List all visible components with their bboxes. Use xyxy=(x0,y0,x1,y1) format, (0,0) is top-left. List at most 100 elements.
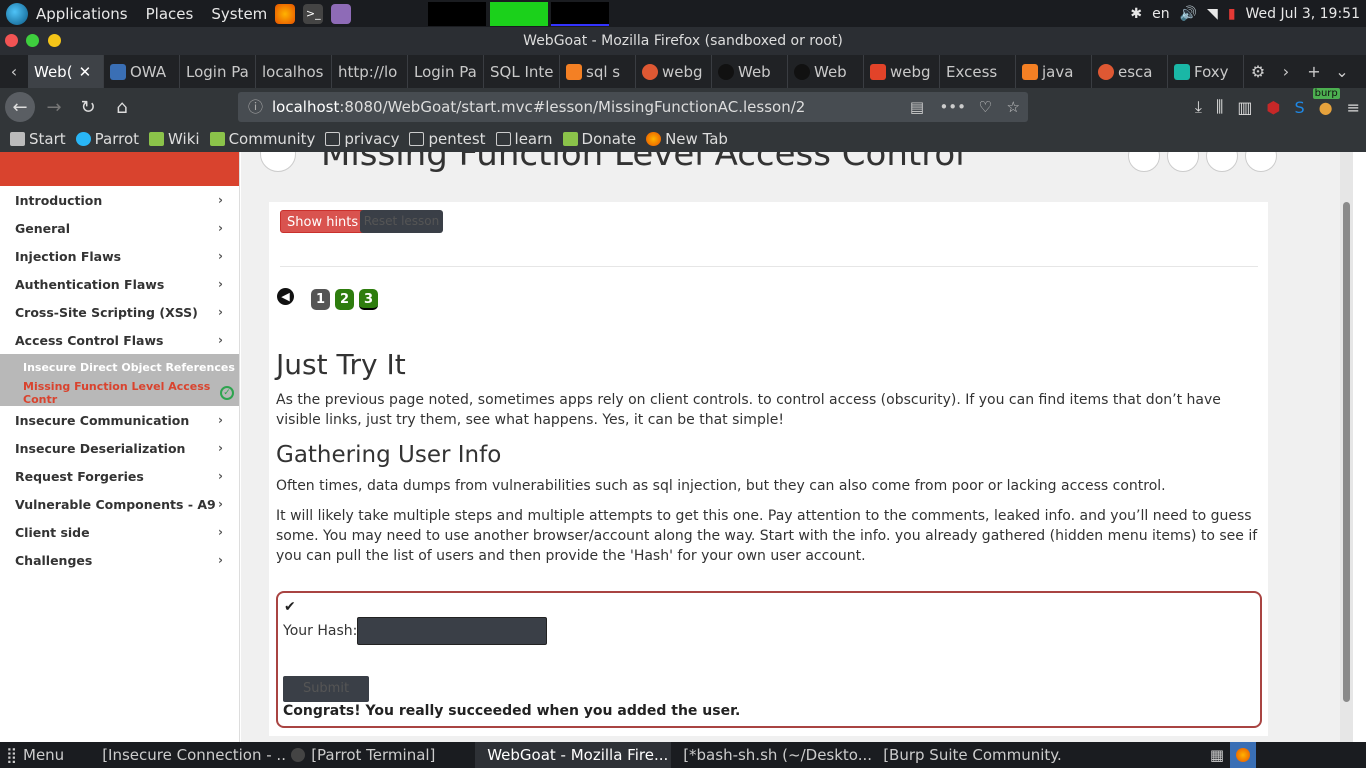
tab-web-github-1[interactable]: Web xyxy=(712,55,788,88)
sidebar-item-injection-flaws[interactable]: Injection Flaws › xyxy=(0,242,239,270)
firefox-tray-icon[interactable] xyxy=(1230,742,1256,768)
header-action-button-3[interactable] xyxy=(1206,152,1238,172)
scroll-tabs-right-icon[interactable]: › xyxy=(1272,55,1300,88)
places-menu[interactable]: Places xyxy=(146,5,194,23)
tab-webgoat-ddg[interactable]: webg xyxy=(636,55,712,88)
menu-toggle-button[interactable] xyxy=(260,152,296,172)
bookmark-learn[interactable]: learn xyxy=(495,130,553,148)
wifi-icon[interactable]: ◥ xyxy=(1207,6,1218,22)
list-tabs-icon[interactable]: ⌄ xyxy=(1328,55,1356,88)
tab-owasp[interactable]: OWA xyxy=(104,55,180,88)
tab-java[interactable]: java xyxy=(1016,55,1092,88)
close-tab-icon[interactable]: ✕ xyxy=(79,63,92,81)
page-link-3[interactable]: 3 xyxy=(359,289,378,310)
task-burp-suite[interactable]: [Burp Suite Community... xyxy=(871,742,1061,768)
parrot-logo-icon[interactable] xyxy=(6,2,28,25)
new-tab-icon[interactable]: + xyxy=(1300,55,1328,88)
back-button[interactable]: ← xyxy=(5,92,35,122)
header-action-button-2[interactable] xyxy=(1167,152,1199,172)
forward-button[interactable]: → xyxy=(39,92,69,122)
reset-lesson-button[interactable]: Reset lesson xyxy=(360,210,443,233)
info-icon[interactable]: ⓘ xyxy=(248,92,263,122)
url-bar[interactable]: ⓘ localhost:8080/WebGoat/start.mvc#lesso… xyxy=(238,92,1028,122)
tab-escape[interactable]: esca xyxy=(1092,55,1168,88)
bookmark-start[interactable]: Start xyxy=(10,130,66,148)
sidebar-subitem-idor[interactable]: Insecure Direct Object References xyxy=(0,354,239,380)
bookmark-privacy[interactable]: privacy xyxy=(325,130,399,148)
system-menu[interactable]: System xyxy=(211,5,267,23)
clock[interactable]: Wed Jul 3, 19:51 xyxy=(1246,6,1360,22)
minimize-window-button[interactable] xyxy=(48,34,61,47)
tab-login-2[interactable]: Login Pa xyxy=(408,55,484,88)
tab-excess[interactable]: Excess xyxy=(940,55,1016,88)
maximize-window-button[interactable] xyxy=(26,34,39,47)
keyboard-layout[interactable]: en xyxy=(1152,6,1170,22)
sidebar-item-general[interactable]: General › xyxy=(0,214,239,242)
sidebar-item-xss[interactable]: Cross-Site Scripting (XSS) › xyxy=(0,298,239,326)
bookmark-star-icon[interactable]: ☆ xyxy=(1007,92,1020,122)
header-action-button-4[interactable] xyxy=(1245,152,1277,172)
bookmark-parrot[interactable]: Parrot xyxy=(75,130,139,148)
tab-webgoat-gitlab[interactable]: webg xyxy=(864,55,940,88)
sidebar-item-vulnerable-components[interactable]: Vulnerable Components - A9 › xyxy=(0,490,239,518)
task-parrot-terminal[interactable]: [Parrot Terminal] xyxy=(285,742,475,768)
task-bash-editor[interactable]: [*bash-sh.sh (~/Deskto... xyxy=(671,742,871,768)
tab-foxy[interactable]: Foxy xyxy=(1168,55,1244,88)
bookmark-new-tab[interactable]: New Tab xyxy=(646,130,728,148)
downloads-icon[interactable]: ⤓ xyxy=(1195,97,1202,117)
sidebar-item-challenges[interactable]: Challenges › xyxy=(0,546,239,574)
tab-web-github-2[interactable]: Web xyxy=(788,55,864,88)
page-scrollbar[interactable] xyxy=(1340,152,1353,742)
reader-view-icon[interactable]: ▤ xyxy=(910,92,924,122)
reload-button[interactable]: ↻ xyxy=(73,92,103,122)
tab-sql-stackoverflow[interactable]: sql s xyxy=(560,55,636,88)
sidebar-item-insecure-communication[interactable]: Insecure Communication › xyxy=(0,406,239,434)
bluetooth-icon[interactable]: ✱ xyxy=(1130,6,1142,22)
firefox-launcher-icon[interactable] xyxy=(275,3,296,24)
close-window-button[interactable] xyxy=(5,34,18,47)
gear-icon[interactable]: ⚙ xyxy=(1244,55,1272,88)
bookmark-wiki[interactable]: Wiki xyxy=(149,130,200,148)
tab-login-1[interactable]: Login Pa xyxy=(180,55,256,88)
submit-button[interactable]: Submit xyxy=(283,676,369,702)
home-button[interactable]: ⌂ xyxy=(107,92,137,122)
workspace-switcher-icon[interactable]: ▦ xyxy=(1204,742,1230,768)
bookmark-community[interactable]: Community xyxy=(209,130,315,148)
sidebar-toggle-icon[interactable]: ▥ xyxy=(1237,98,1252,117)
volume-icon[interactable]: 🔊 xyxy=(1180,6,1197,22)
previous-page-icon[interactable]: ◀ xyxy=(277,288,294,305)
page-actions-icon[interactable]: ••• xyxy=(939,92,966,122)
ublock-icon[interactable]: ⬢ xyxy=(1267,98,1281,117)
sidebar-item-client-side[interactable]: Client side › xyxy=(0,518,239,546)
page-link-2[interactable]: 2 xyxy=(335,289,354,310)
sidebar-item-authentication-flaws[interactable]: Authentication Flaws › xyxy=(0,270,239,298)
tab-sql-injection[interactable]: SQL Inte xyxy=(484,55,560,88)
sidebar-subitem-missing-function-ac[interactable]: Missing Function Level Access Contr ✓ xyxy=(0,380,239,406)
scrollbar-thumb[interactable] xyxy=(1343,202,1350,702)
page-link-1[interactable]: 1 xyxy=(311,289,330,310)
header-action-button-1[interactable] xyxy=(1128,152,1160,172)
tab-http[interactable]: http://lo xyxy=(332,55,408,88)
terminal-launcher-icon[interactable]: >_ xyxy=(303,3,324,24)
extension-s-icon[interactable]: S xyxy=(1294,98,1304,117)
sidebar-item-introduction[interactable]: Introduction › xyxy=(0,186,239,214)
sidebar-item-insecure-deserialization[interactable]: Insecure Deserialization › xyxy=(0,434,239,462)
task-webgoat-firefox[interactable]: WebGoat - Mozilla Fire... xyxy=(475,742,672,768)
foxyproxy-burp-icon[interactable]: ● burp xyxy=(1312,87,1340,117)
scroll-tabs-left-icon[interactable]: ‹ xyxy=(0,55,28,88)
hamburger-menu-icon[interactable]: ≡ xyxy=(1347,98,1360,117)
tab-localhost[interactable]: localhos xyxy=(256,55,332,88)
bookmark-donate[interactable]: Donate xyxy=(562,130,636,148)
library-icon[interactable]: ⫼ xyxy=(1216,97,1223,117)
applications-menu[interactable]: Applications xyxy=(36,5,128,23)
task-insecure-connection[interactable]: [Insecure Connection - ... xyxy=(90,742,285,768)
text-editor-launcher-icon[interactable] xyxy=(331,3,352,24)
hash-input[interactable] xyxy=(357,617,547,645)
tab-webgoat[interactable]: Web(✕ xyxy=(28,55,104,88)
show-hints-button[interactable]: Show hints xyxy=(280,210,366,233)
battery-icon[interactable]: ▮ xyxy=(1228,6,1236,22)
sidebar-item-access-control-flaws[interactable]: Access Control Flaws › xyxy=(0,326,239,354)
sidebar-item-request-forgeries[interactable]: Request Forgeries › xyxy=(0,462,239,490)
bookmark-pentest[interactable]: pentest xyxy=(409,130,486,148)
pocket-icon[interactable]: ♡ xyxy=(979,92,992,122)
